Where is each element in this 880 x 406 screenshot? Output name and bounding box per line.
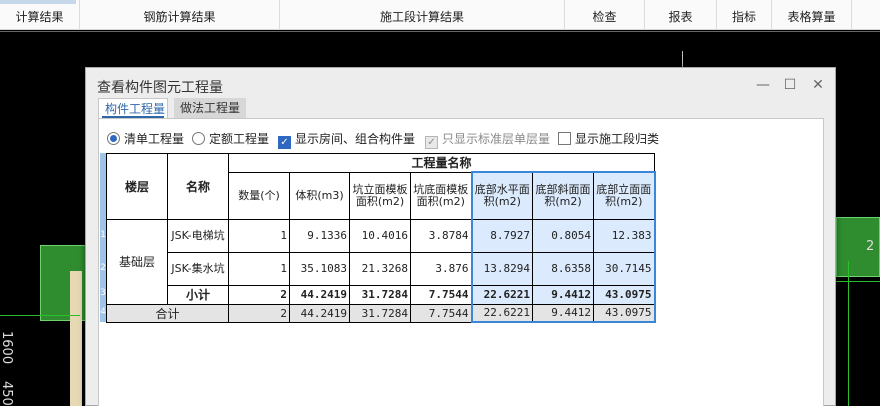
cell-volume[interactable]: 44.2419 [289, 303, 350, 323]
radio-checked-icon [107, 132, 120, 145]
cell-count[interactable]: 2 [228, 284, 290, 305]
cell-count[interactable]: 2 [228, 303, 290, 323]
cad-tan-block [70, 271, 82, 406]
cell-pit-bottom-formwork[interactable]: 3.876 [410, 251, 472, 286]
cell-bottom-vertical[interactable]: 30.7145 [593, 251, 656, 286]
radio-unchecked-icon [192, 132, 205, 145]
table-header-row: 楼层 名称 工程量名称 [106, 153, 655, 220]
cell-bottom-slope[interactable]: 9.4412 [532, 284, 594, 305]
header-pit-side-formwork[interactable]: 坑立面模板面积(m2) [349, 171, 411, 220]
checkbox-show-stage[interactable]: 显示施工段归类 [558, 131, 659, 147]
quantity-table: 楼层 名称 工程量名称 数量(个) 体积(m3) 坑立面模板面积(m2) 坑底面… [106, 153, 656, 323]
close-button[interactable]: ✕ [807, 75, 829, 95]
cell-name[interactable]: JSK-电梯坑 [167, 218, 229, 253]
header-volume[interactable]: 体积(m3) [289, 171, 350, 220]
header-name[interactable]: 名称 [167, 153, 229, 220]
tab-component-quantity[interactable]: 构件工程量 [98, 98, 168, 119]
ribbon-toolbar: 计算结果 钢筋计算结果 施工段计算结果 检查 报表 指标 表格算量 [0, 0, 880, 30]
cell-subtotal-label[interactable]: 小计 [167, 284, 229, 305]
cell-pit-side-formwork[interactable]: 31.7284 [349, 303, 411, 323]
cell-pit-side-formwork[interactable]: 31.7284 [349, 284, 411, 305]
ribbon-tab-report[interactable]: 报表 [645, 0, 717, 30]
cad-green-block [40, 245, 90, 321]
ribbon-tab-stage-result[interactable]: 施工段计算结果 [280, 0, 565, 30]
cell-count[interactable]: 1 [228, 218, 290, 253]
header-bottom-slope[interactable]: 底部斜面面积(m2) [532, 171, 594, 220]
cell-volume[interactable]: 9.1336 [289, 218, 350, 253]
cell-bottom-horizontal[interactable]: 13.8294 [470, 251, 533, 286]
table-row[interactable]: 基础层 JSK-电梯坑 1 9.1336 10.4016 3.8784 8.79… [106, 218, 656, 305]
cell-bottom-vertical[interactable]: 12.383 [593, 218, 656, 253]
checkbox-show-stage-label: 显示施工段归类 [575, 132, 660, 146]
cell-bottom-horizontal[interactable]: 22.6221 [470, 303, 533, 323]
cell-bottom-vertical[interactable]: 43.0975 [593, 303, 656, 323]
header-quantity-group[interactable]: 工程量名称 [228, 153, 655, 173]
cad-line [836, 281, 880, 282]
cad-dimension-label: 1600 [0, 331, 14, 365]
cell-pit-bottom-formwork[interactable]: 7.7544 [410, 284, 472, 305]
tab-method-quantity[interactable]: 做法工程量 [174, 98, 246, 119]
cell-volume[interactable]: 35.1083 [289, 251, 350, 286]
checkbox-show-room[interactable]: ✓ 显示房间、组合构件量 [278, 131, 416, 149]
cell-pit-bottom-formwork[interactable]: 3.8784 [410, 218, 472, 253]
cell-bottom-slope[interactable]: 9.4412 [532, 303, 594, 323]
ribbon-tab-rebar-result[interactable]: 钢筋计算结果 [80, 0, 280, 30]
table-total-row[interactable]: 合计 2 44.2419 31.7284 7.7544 22.6221 9.44… [106, 303, 656, 323]
cell-bottom-horizontal[interactable]: 8.7927 [470, 218, 533, 253]
ribbon-tab-check[interactable]: 检查 [565, 0, 645, 30]
checkbox-disabled-checked-icon: ✓ [425, 136, 438, 149]
minimize-button[interactable]: — [752, 75, 774, 95]
radio-bill-quantity[interactable]: 清单工程量 [107, 131, 184, 147]
cell-floor[interactable]: 基础层 [106, 218, 168, 305]
cell-count[interactable]: 1 [228, 251, 290, 286]
checkbox-std-floor[interactable]: ✓ 只显示标准层单层量 [425, 131, 551, 149]
header-count[interactable]: 数量(个) [228, 171, 290, 220]
cell-total-label[interactable]: 合计 [106, 303, 229, 323]
checkbox-show-room-label: 显示房间、组合构件量 [295, 132, 416, 146]
radio-norm-quantity[interactable]: 定额工程量 [192, 131, 269, 147]
cad-dimension-label: 450 [0, 381, 14, 406]
table-row[interactable]: JSK-集水坑 1 35.1083 21.3268 3.876 13.8294 … [107, 251, 656, 286]
cell-name[interactable]: JSK-集水坑 [167, 251, 229, 286]
checkbox-std-floor-label: 只显示标准层单层量 [442, 132, 551, 146]
cell-pit-side-formwork[interactable]: 10.4016 [349, 218, 411, 253]
cad-line [848, 261, 849, 406]
ribbon-tab-calc-result[interactable]: 计算结果 [0, 0, 80, 30]
cad-label: 2 [866, 239, 875, 254]
header-floor[interactable]: 楼层 [106, 153, 168, 220]
header-pit-bottom-formwork[interactable]: 坑底面模板面积(m2) [410, 171, 472, 220]
cell-volume[interactable]: 44.2419 [289, 284, 350, 305]
cell-bottom-slope[interactable]: 0.8054 [532, 218, 594, 253]
ribbon-tab-table-qty[interactable]: 表格算量 [772, 0, 852, 30]
ribbon-tab-index[interactable]: 指标 [717, 0, 772, 30]
radio-bill-quantity-label: 清单工程量 [124, 132, 185, 146]
cell-pit-bottom-formwork[interactable]: 7.7544 [410, 303, 472, 323]
table-subtotal-row[interactable]: 小计 2 44.2419 31.7284 7.7544 22.6221 9.44… [107, 284, 656, 305]
checkbox-unchecked-icon [558, 132, 571, 145]
radio-norm-quantity-label: 定额工程量 [209, 132, 270, 146]
checkbox-checked-icon: ✓ [278, 136, 291, 149]
cell-bottom-horizontal[interactable]: 22.6221 [470, 284, 533, 305]
cell-pit-side-formwork[interactable]: 21.3268 [349, 251, 411, 286]
header-bottom-vertical[interactable]: 底部立面面积(m2) [593, 171, 656, 220]
cell-bottom-vertical[interactable]: 43.0975 [593, 284, 656, 305]
cad-line [0, 315, 80, 316]
header-bottom-horizontal[interactable]: 底部水平面积(m2) [470, 171, 533, 220]
cell-bottom-slope[interactable]: 8.6358 [532, 251, 594, 286]
maximize-button[interactable]: ☐ [779, 75, 801, 95]
cad-line [0, 31, 880, 32]
dialog-title: 查看构件图元工程量 [97, 80, 223, 96]
